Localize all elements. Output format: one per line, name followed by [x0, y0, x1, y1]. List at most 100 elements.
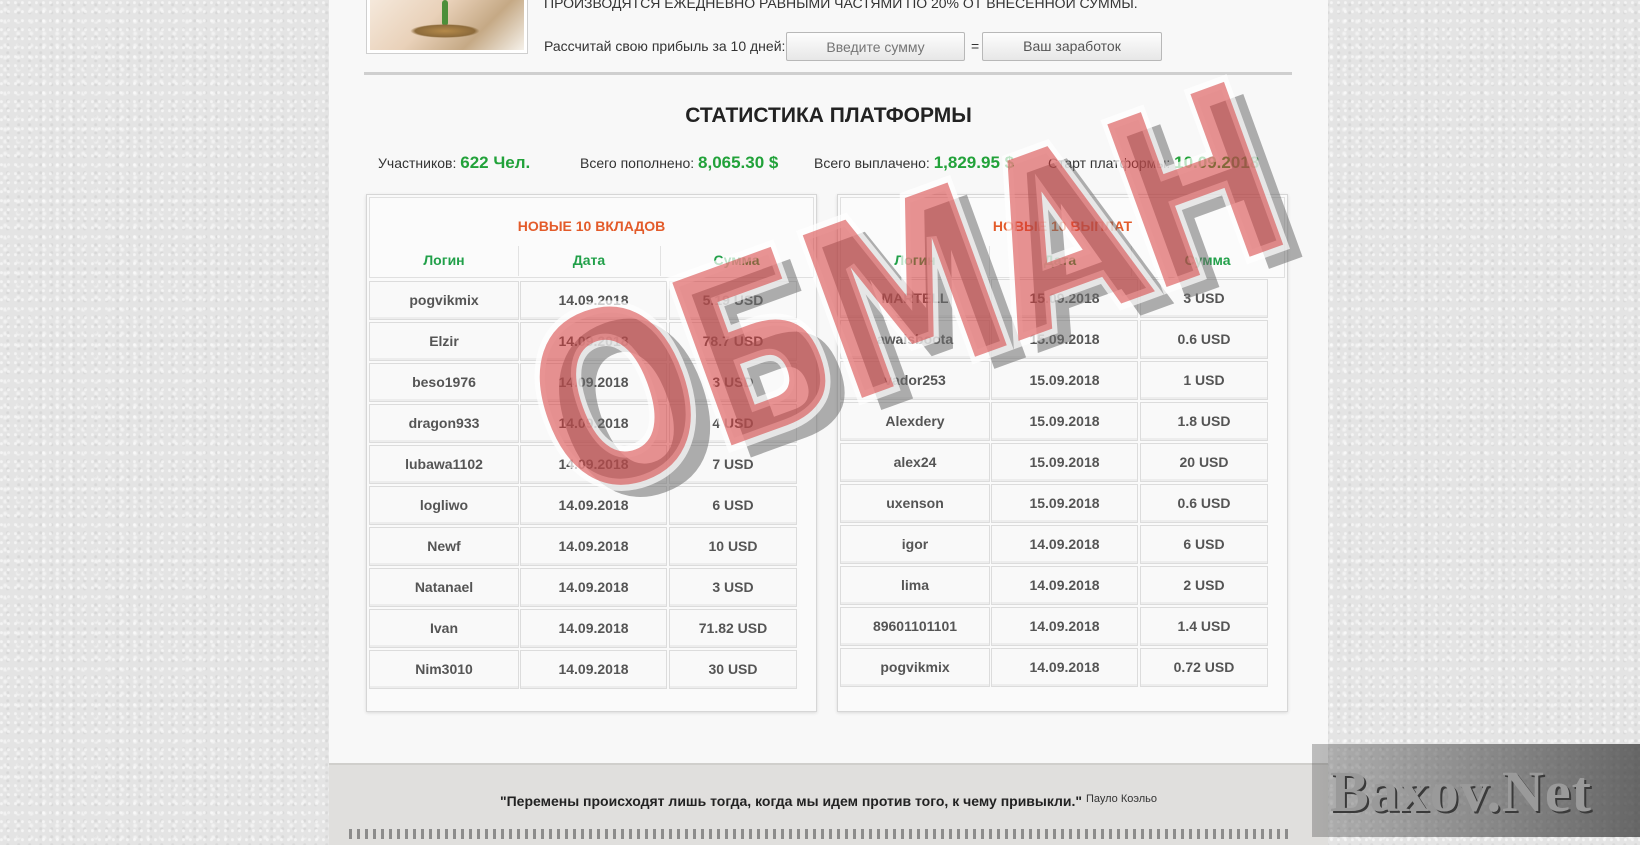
cell-login: uxenson [840, 484, 990, 523]
table-row: vador253 15.09.2018 1 USD [838, 361, 1287, 402]
table-row: beso1976 14.09.2018 3 USD [367, 363, 816, 404]
quote-text: "Перемены происходят лишь тогда, когда м… [499, 793, 1083, 809]
cell-login: igor [840, 525, 990, 564]
table-row: 89601101101 14.09.2018 1.4 USD [838, 607, 1287, 648]
cell-amount: 6 USD [669, 486, 797, 525]
cell-amount: 5.19 USD [669, 281, 797, 320]
cell-amount: 3 USD [1140, 279, 1268, 318]
cell-date: 14.09.2018 [520, 486, 667, 525]
cell-amount: 0.6 USD [1140, 484, 1268, 523]
coins-icon [410, 24, 480, 38]
cell-amount: 3 USD [669, 363, 797, 402]
column-header-amount: Сумма [1184, 252, 1231, 268]
cell-login: pogvikmix [369, 281, 519, 320]
cell-login: lima [840, 566, 990, 605]
cell-amount: 3 USD [669, 568, 797, 607]
amount-input[interactable] [786, 32, 965, 61]
cell-amount: 7 USD [669, 445, 797, 484]
cell-date: 14.09.2018 [520, 281, 667, 320]
cell-login: Elzir [369, 322, 519, 361]
cell-date: 15.09.2018 [991, 484, 1138, 523]
table-row: Alexdery 15.09.2018 1.8 USD [838, 402, 1287, 443]
stat-paid-label: Всего выплачено: [814, 155, 930, 171]
payouts-table-header: НОВЫЕ 10 ВЫПЛАТ Логин Дата Сумма [840, 197, 1285, 278]
hero-text: ПРОИЗВОДЯТСЯ ЕЖЕДНЕВНО РАВНЫМИ ЧАСТЯМИ П… [544, 0, 1138, 11]
cell-login: 89601101101 [840, 607, 990, 646]
calculator-label: Рассчитай свою прибыль за 10 дней: [544, 38, 786, 54]
cell-login: beso1976 [369, 363, 519, 402]
stat-participants-value: 622 Чел. [460, 153, 531, 172]
cell-login: dragon933 [369, 404, 519, 443]
table-row: lubawa1102 14.09.2018 7 USD [367, 445, 816, 486]
cell-date: 14.09.2018 [520, 527, 667, 566]
table-row: Elzir 14.09.2018 78.7 USD [367, 322, 816, 363]
cell-login: lubawa1102 [369, 445, 519, 484]
cell-amount: 6 USD [1140, 525, 1268, 564]
table-row: MARTELL 15.09.2018 3 USD [838, 279, 1287, 320]
table-row: lima 14.09.2018 2 USD [838, 566, 1287, 607]
site-watermark: Baxov.Net [1312, 744, 1640, 837]
payouts-table-title: НОВЫЕ 10 ВЫПЛАТ [992, 218, 1133, 234]
table-row: Ivan 14.09.2018 71.82 USD [367, 609, 816, 650]
stat-paid: Всего выплачено: 1,829.95 $ [814, 153, 1014, 173]
table-row: pogvikmix 14.09.2018 5.19 USD [367, 281, 816, 322]
stat-participants-label: Участников: [378, 155, 457, 171]
cell-date: 15.09.2018 [991, 361, 1138, 400]
footer: "Перемены происходят лишь тогда, когда м… [329, 763, 1328, 845]
cell-login: alex24 [840, 443, 990, 482]
table-row: logliwo 14.09.2018 6 USD [367, 486, 816, 527]
cell-login: Newf [369, 527, 519, 566]
cell-amount: 78.7 USD [669, 322, 797, 361]
quote-author: Пауло Коэльо [1085, 793, 1158, 805]
cell-date: 15.09.2018 [991, 279, 1138, 318]
stat-paid-value: 1,829.95 $ [933, 153, 1015, 172]
payouts-table: НОВЫЕ 10 ВЫПЛАТ Логин Дата Сумма MARTELL… [837, 194, 1288, 712]
cell-login: logliwo [369, 486, 519, 525]
cell-login: awaisboota [840, 320, 990, 359]
cell-amount: 2 USD [1140, 566, 1268, 605]
column-header-login: Логин [894, 252, 936, 268]
cell-amount: 1.8 USD [1140, 402, 1268, 441]
cell-login: pogvikmix [840, 648, 990, 687]
table-row: uxenson 15.09.2018 0.6 USD [838, 484, 1287, 525]
table-row: dragon933 14.09.2018 4 USD [367, 404, 816, 445]
table-row: alex24 15.09.2018 20 USD [838, 443, 1287, 484]
divider [364, 72, 1292, 75]
hero-image [366, 0, 528, 54]
column-header-date: Дата [572, 252, 606, 268]
cell-date: 14.09.2018 [991, 607, 1138, 646]
table-row: Newf 14.09.2018 10 USD [367, 527, 816, 568]
earnings-result[interactable]: Ваш заработок [982, 32, 1162, 61]
stat-start-label: Старт платформы: [1048, 155, 1171, 171]
cell-date: 14.09.2018 [520, 609, 667, 648]
deposits-table-title: НОВЫЕ 10 ВКЛАДОВ [517, 218, 666, 234]
cell-amount: 0.6 USD [1140, 320, 1268, 359]
stat-deposited: Всего пополнено: 8,065.30 $ [580, 153, 778, 173]
cell-date: 15.09.2018 [991, 320, 1138, 359]
table-row: igor 14.09.2018 6 USD [838, 525, 1287, 566]
cell-date: 14.09.2018 [520, 404, 667, 443]
cell-login: Alexdery [840, 402, 990, 441]
table-row: awaisboota 15.09.2018 0.6 USD [838, 320, 1287, 361]
stat-participants: Участников: 622 Чел. [378, 153, 530, 173]
cell-amount: 30 USD [669, 650, 797, 689]
cell-login: Natanael [369, 568, 519, 607]
column-header-amount: Сумма [713, 252, 760, 268]
table-row: pogvikmix 14.09.2018 0.72 USD [838, 648, 1287, 689]
column-header-date: Дата [1043, 252, 1077, 268]
cell-date: 15.09.2018 [991, 402, 1138, 441]
cell-date: 15.09.2018 [991, 443, 1138, 482]
cell-amount: 20 USD [1140, 443, 1268, 482]
cell-date: 14.09.2018 [520, 650, 667, 689]
cell-amount: 1 USD [1140, 361, 1268, 400]
cell-amount: 0.72 USD [1140, 648, 1268, 687]
stat-deposited-value: 8,065.30 $ [698, 153, 779, 172]
cell-date: 14.09.2018 [520, 445, 667, 484]
footer-quote: "Перемены происходят лишь тогда, когда м… [329, 793, 1328, 809]
cell-date: 14.09.2018 [991, 566, 1138, 605]
sprout-icon [442, 0, 448, 26]
deposits-table: НОВЫЕ 10 ВКЛАДОВ Логин Дата Сумма pogvik… [366, 194, 817, 712]
watermark-text: Baxov.Net [1330, 759, 1592, 824]
cell-login: MARTELL [840, 279, 990, 318]
cell-date: 14.09.2018 [520, 568, 667, 607]
